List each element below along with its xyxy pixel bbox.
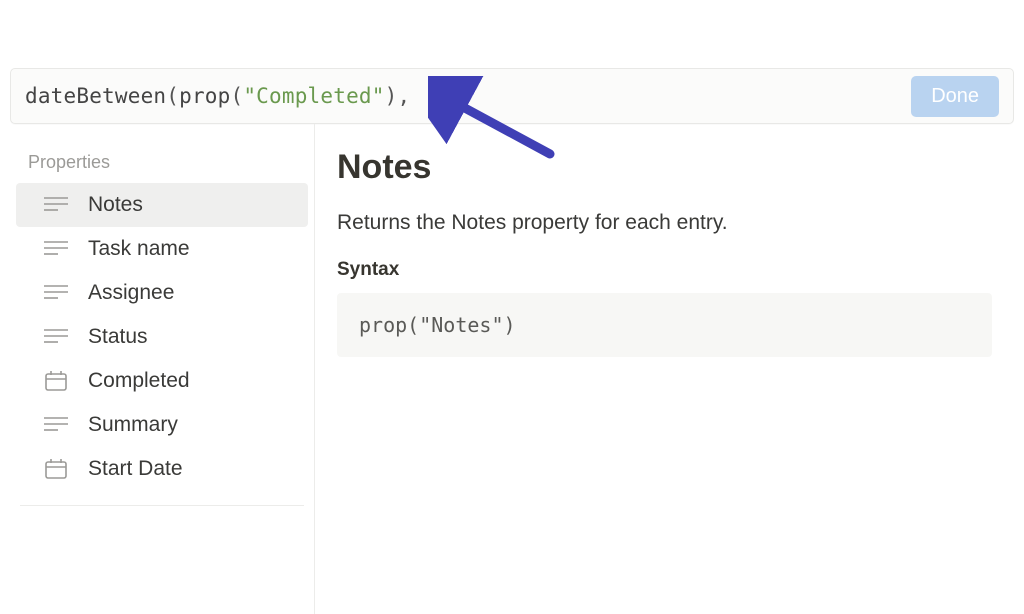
sidebar-item-label: Assignee <box>88 281 174 305</box>
text-lines-icon <box>44 283 68 303</box>
sidebar-item-notes[interactable]: Notes <box>16 183 308 227</box>
formula-token-paren: ) <box>385 84 398 108</box>
formula-token-paren: ( <box>166 84 179 108</box>
sidebar-item-summary[interactable]: Summary <box>16 403 308 447</box>
sidebar-item-status[interactable]: Status <box>16 315 308 359</box>
sidebar-item-completed[interactable]: Completed <box>16 359 308 403</box>
done-button[interactable]: Done <box>911 76 999 117</box>
formula-bar[interactable]: dateBetween(prop("Completed"), Done <box>10 68 1014 124</box>
properties-heading: Properties <box>10 144 314 183</box>
syntax-heading: Syntax <box>337 259 992 281</box>
text-lines-icon <box>44 195 68 215</box>
formula-token-string: "Completed" <box>243 84 384 108</box>
sidebar-item-task-name[interactable]: Task name <box>16 227 308 271</box>
calendar-icon <box>44 459 68 479</box>
sidebar-item-label: Status <box>88 325 148 349</box>
editor-body: Properties Notes Task name Assignee <box>10 124 1014 614</box>
sidebar-item-label: Start Date <box>88 457 183 481</box>
property-detail-panel: Notes Returns the Notes property for eac… <box>315 124 1014 614</box>
text-lines-icon <box>44 239 68 259</box>
sidebar-item-start-date[interactable]: Start Date <box>16 447 308 491</box>
formula-token-comma: , <box>397 84 410 108</box>
sidebar-divider <box>20 505 304 506</box>
properties-list: Notes Task name Assignee Status <box>10 183 314 491</box>
sidebar-item-label: Completed <box>88 369 190 393</box>
formula-input[interactable]: dateBetween(prop("Completed"), <box>25 84 911 108</box>
detail-description: Returns the Notes property for each entr… <box>337 211 992 235</box>
text-lines-icon <box>44 415 68 435</box>
sidebar-item-assignee[interactable]: Assignee <box>16 271 308 315</box>
properties-sidebar: Properties Notes Task name Assignee <box>10 124 315 614</box>
formula-token-paren: ( <box>231 84 244 108</box>
formula-token-propfn: prop <box>179 84 230 108</box>
calendar-icon <box>44 371 68 391</box>
detail-title: Notes <box>337 148 992 187</box>
text-lines-icon <box>44 327 68 347</box>
syntax-code-block: prop("Notes") <box>337 293 992 357</box>
sidebar-item-label: Task name <box>88 237 190 261</box>
sidebar-item-label: Summary <box>88 413 178 437</box>
formula-token-fn: dateBetween <box>25 84 166 108</box>
sidebar-item-label: Notes <box>88 193 143 217</box>
